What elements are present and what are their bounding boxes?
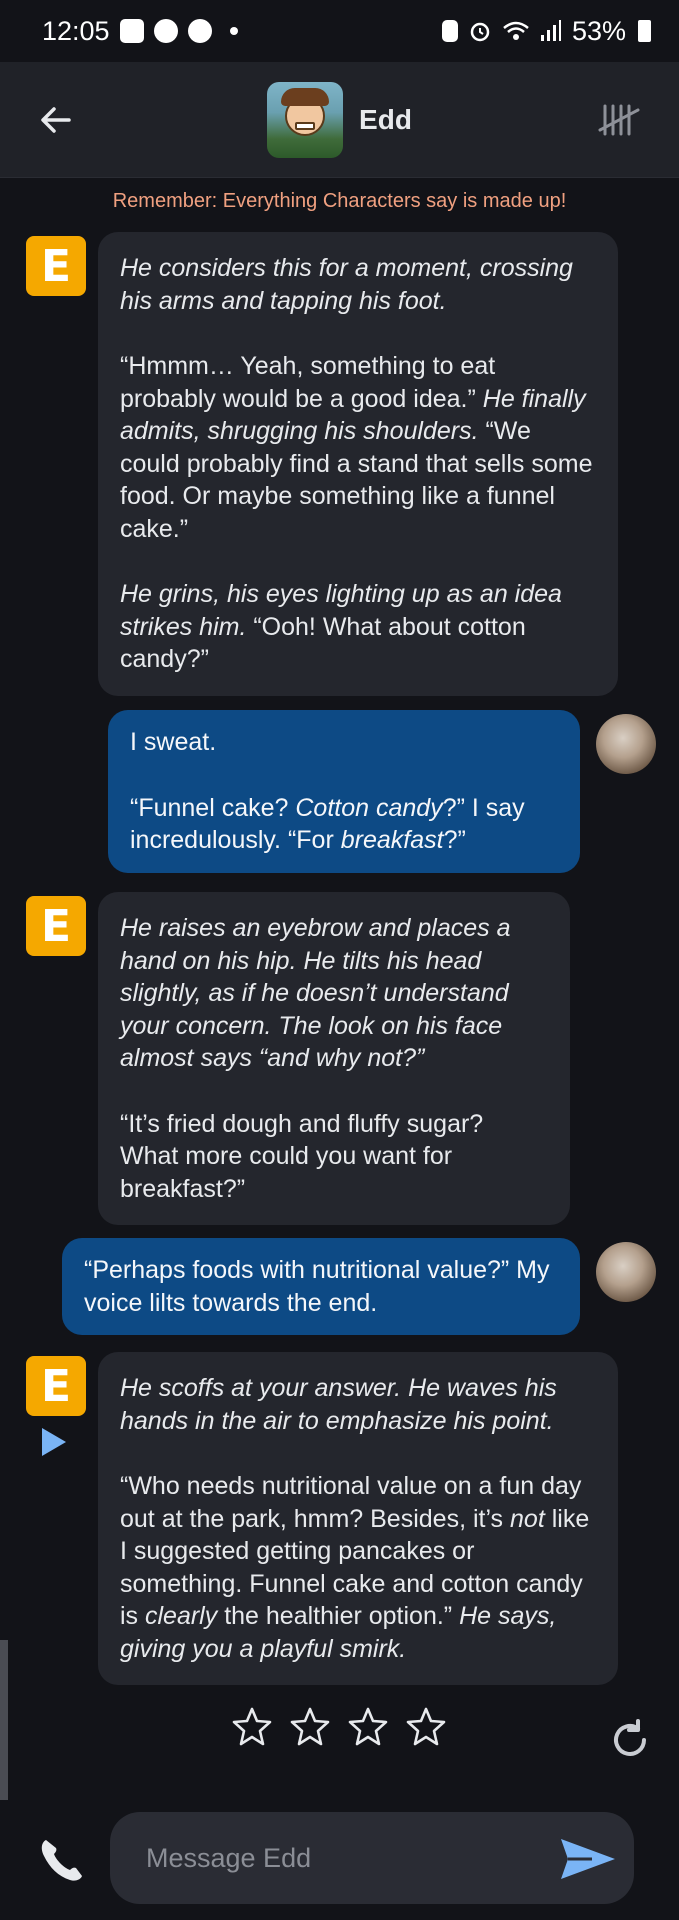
action-text: breakfast bbox=[340, 826, 444, 854]
star-icon[interactable] bbox=[290, 1706, 330, 1746]
message-paragraph: He raises an eyebrow and places a hand o… bbox=[120, 912, 548, 1075]
action-text: Cotton candy bbox=[295, 793, 443, 822]
arrow-left-icon bbox=[41, 107, 71, 133]
message-paragraph: He considers this for a moment, crossing… bbox=[120, 252, 596, 317]
status-bar-left: 12:05 bbox=[42, 16, 238, 47]
message-paragraph: I sweat. bbox=[130, 726, 558, 759]
clock: 12:05 bbox=[42, 15, 110, 46]
character-avatar[interactable] bbox=[267, 81, 344, 158]
battery-icon bbox=[638, 20, 651, 42]
avatar-letter: E bbox=[40, 240, 72, 292]
star-icon[interactable] bbox=[348, 1706, 388, 1746]
message-paragraph: “Funnel cake? Cotton candy?” I say incre… bbox=[130, 792, 558, 857]
dialogue-text: the healthier option.” bbox=[217, 1602, 460, 1630]
message-paragraph: “It’s fried dough and fluffy sugar? What… bbox=[120, 1108, 548, 1206]
play-icon[interactable] bbox=[42, 1428, 66, 1456]
gallery-icon bbox=[119, 19, 144, 43]
dialogue-text: “Perhaps foods with nutritional value?” … bbox=[84, 1256, 557, 1317]
dialogue-text: “It’s fried dough and fluffy sugar? What… bbox=[120, 1109, 491, 1203]
bot-message[interactable]: He raises an eyebrow and places a hand o… bbox=[98, 892, 570, 1225]
line-icon bbox=[153, 19, 178, 43]
wifi-icon bbox=[503, 21, 529, 40]
user-avatar[interactable] bbox=[596, 1242, 656, 1302]
action-text: not bbox=[510, 1504, 545, 1533]
regenerate-button[interactable] bbox=[608, 1718, 652, 1762]
message-rating bbox=[232, 1706, 446, 1746]
status-bar: 12:05 53% bbox=[0, 0, 679, 62]
chat-header: Edd bbox=[0, 62, 679, 178]
action-text: clearly bbox=[145, 1602, 218, 1630]
dialogue-text: “Funnel cake? bbox=[130, 793, 296, 822]
refresh-icon bbox=[614, 1719, 646, 1756]
bot-avatar[interactable]: E bbox=[26, 1356, 86, 1416]
action-text: He scoffs at your answer. He waves his h… bbox=[120, 1374, 564, 1435]
user-message[interactable]: I sweat. “Funnel cake? Cotton candy?” I s… bbox=[108, 710, 580, 873]
bot-avatar[interactable]: E bbox=[26, 236, 86, 296]
message-paragraph: He scoffs at your answer. He waves his h… bbox=[120, 1372, 596, 1437]
back-button[interactable] bbox=[36, 100, 76, 140]
character-info[interactable]: Edd bbox=[267, 81, 412, 158]
signal-icon bbox=[540, 20, 561, 41]
tally-marks-icon bbox=[598, 104, 640, 136]
message-input-placeholder: Message Edd bbox=[146, 1842, 312, 1873]
message-input[interactable]: Message Edd bbox=[110, 1812, 634, 1904]
message-paragraph: “Perhaps foods with nutritional value?” … bbox=[84, 1254, 558, 1319]
disclaimer-notice: Remember: Everything Characters say is m… bbox=[112, 190, 567, 212]
phone-icon bbox=[41, 1840, 82, 1881]
battery-percent: 53% bbox=[571, 15, 626, 46]
dialogue-text: “Hmmm… Yeah, something to eat probably w… bbox=[120, 352, 503, 413]
battery-saver-icon bbox=[441, 20, 458, 42]
user-message[interactable]: “Perhaps foods with nutritional value?” … bbox=[62, 1238, 580, 1335]
bot-message[interactable]: He scoffs at your answer. He waves his h… bbox=[98, 1352, 618, 1685]
avatar-letter: E bbox=[40, 1360, 72, 1412]
alarm-icon bbox=[470, 22, 490, 42]
action-text: He raises an eyebrow and places a hand o… bbox=[120, 914, 518, 1072]
dot-icon bbox=[229, 27, 238, 35]
pinterest-icon bbox=[187, 19, 212, 43]
character-name: Edd bbox=[359, 103, 412, 135]
action-text: He considers this for a moment, crossing… bbox=[120, 254, 580, 315]
send-button[interactable] bbox=[558, 1836, 618, 1882]
star-icon[interactable] bbox=[406, 1706, 446, 1746]
message-paragraph: “Who needs nutritional value on a fun da… bbox=[120, 1470, 596, 1665]
dialogue-text: I sweat. bbox=[130, 728, 217, 756]
call-button[interactable] bbox=[36, 1834, 88, 1886]
message-paragraph: He grins, his eyes lighting up as an ide… bbox=[120, 578, 596, 676]
bot-message[interactable]: He considers this for a moment, crossing… bbox=[98, 232, 618, 696]
status-bar-right: 53% bbox=[441, 15, 651, 47]
scrollbar[interactable] bbox=[0, 1640, 8, 1800]
user-avatar[interactable] bbox=[596, 714, 656, 774]
send-icon bbox=[561, 1839, 615, 1879]
message-paragraph: “Hmmm… Yeah, something to eat probably w… bbox=[120, 350, 596, 545]
chat-menu-button[interactable] bbox=[597, 102, 641, 138]
star-icon[interactable] bbox=[232, 1706, 272, 1746]
bot-avatar[interactable]: E bbox=[26, 896, 86, 956]
dialogue-text: ?” bbox=[443, 826, 466, 854]
avatar-letter: E bbox=[40, 900, 72, 952]
